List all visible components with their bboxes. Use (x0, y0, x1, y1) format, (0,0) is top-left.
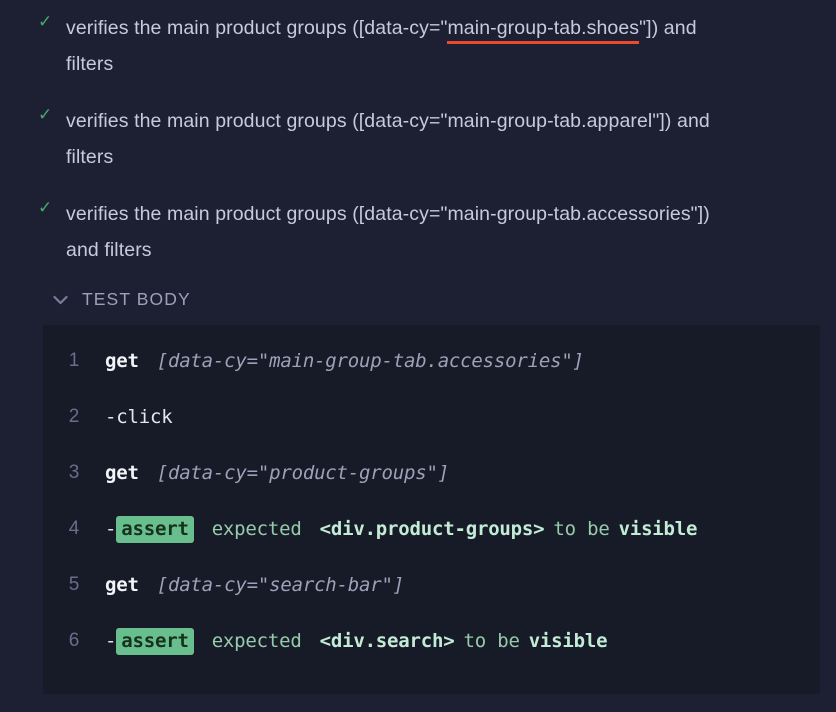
test-result-row[interactable]: ✓ verifies the main product groups ([dat… (14, 196, 822, 268)
assert-expected-word: expected (211, 630, 302, 652)
test-title: verifies the main product groups ([data-… (66, 103, 746, 175)
command-argument: [data-cy="main-group-tab.accessories"] (156, 350, 584, 372)
command-row[interactable]: 3 get [data-cy="product-groups"] (43, 445, 820, 501)
test-results-list: ✓ verifies the main product groups ([dat… (0, 0, 836, 310)
test-body-section-header[interactable]: TEST BODY (14, 289, 822, 310)
test-title-full: verifies the main product groups ([data-… (66, 203, 710, 261)
assert-connector: to be (553, 518, 610, 540)
assert-element: <div.product-groups> (319, 518, 545, 540)
line-number: 5 (68, 574, 80, 595)
assert-badge: assert (116, 516, 194, 543)
test-title-prefix: verifies the main product groups ([data-… (66, 17, 448, 39)
test-title-full: verifies the main product groups ([data-… (66, 110, 710, 168)
command-argument: [data-cy="search-bar"] (156, 574, 404, 596)
command-argument: [data-cy="product-groups"] (156, 462, 449, 484)
test-title: verifies the main product groups ([data-… (66, 10, 746, 82)
line-number: 1 (68, 350, 80, 371)
test-runner-panel: ✓ verifies the main product groups ([dat… (0, 0, 836, 712)
command-name: get (105, 350, 139, 372)
command-text: - assert expected <div.product-groups> to be… (105, 501, 802, 557)
command-text: - assert expected <div.search> to be visible (105, 613, 802, 669)
command-name: get (105, 574, 139, 596)
command-text: get [data-cy="product-groups"] (105, 445, 802, 501)
command-name: get (105, 462, 139, 484)
line-number: 6 (68, 630, 80, 651)
command-prefix: - (105, 518, 117, 540)
command-row[interactable]: 5 get [data-cy="search-bar"] (43, 557, 820, 613)
test-result-row[interactable]: ✓ verifies the main product groups ([dat… (14, 103, 822, 175)
test-body-label: TEST BODY (82, 289, 191, 309)
test-title-selector: main-group-tab.shoes (447, 17, 640, 44)
command-row[interactable]: 4 - assert expected <div.product-groups> to … (43, 501, 820, 557)
line-number: 3 (68, 462, 80, 483)
command-name: click (116, 406, 173, 428)
assert-badge: assert (116, 628, 194, 655)
command-text: get [data-cy="search-bar"] (105, 557, 802, 613)
command-text: -click (105, 389, 802, 445)
assert-state: visible (618, 518, 698, 540)
command-prefix: - (105, 630, 117, 652)
test-result-row[interactable]: ✓ verifies the main product groups ([dat… (14, 10, 822, 82)
line-number: 2 (68, 406, 80, 427)
assert-element: <div.search> (319, 630, 455, 652)
check-icon: ✓ (38, 12, 53, 32)
assert-connector: to be (463, 630, 520, 652)
line-number: 4 (68, 518, 80, 539)
assert-state: visible (528, 630, 608, 652)
command-text: get [data-cy="main-group-tab.accessories"… (105, 333, 802, 389)
chevron-down-icon (52, 292, 68, 308)
test-title: verifies the main product groups ([data-… (66, 196, 746, 268)
assert-expected-word: expected (211, 518, 302, 540)
command-prefix: - (105, 406, 117, 428)
test-body-command-list: 1 get [data-cy="main-group-tab.accessorie… (43, 325, 820, 694)
command-row[interactable]: 2 -click (43, 389, 820, 445)
command-row[interactable]: 6 - assert expected <div.search> to be visibl… (43, 613, 820, 669)
check-icon: ✓ (38, 105, 53, 125)
command-row[interactable]: 1 get [data-cy="main-group-tab.accessorie… (43, 333, 820, 389)
check-icon: ✓ (38, 198, 53, 218)
